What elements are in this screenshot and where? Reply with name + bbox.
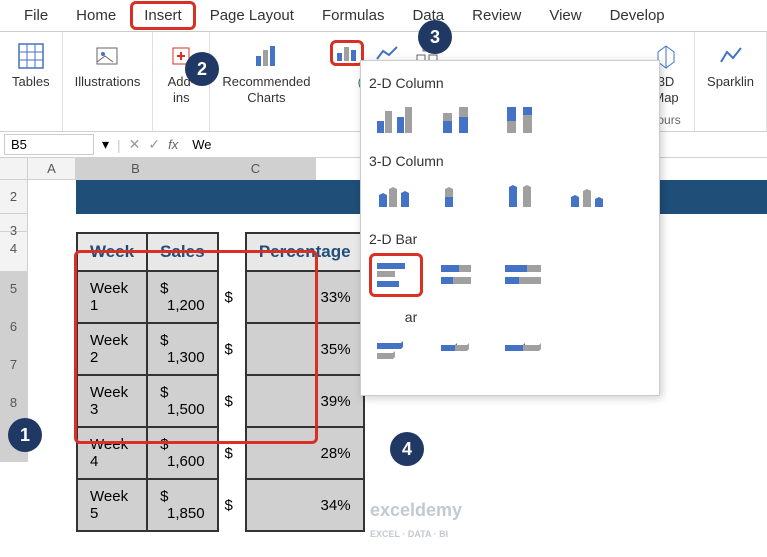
stacked-bar[interactable] bbox=[433, 253, 487, 297]
header-percentage: Percentage bbox=[246, 233, 364, 271]
table-row[interactable]: Week 4 $1,600 $ 28% bbox=[77, 427, 364, 479]
callout-3: 3 bbox=[418, 20, 452, 54]
sparklines-icon bbox=[715, 40, 747, 72]
cell-pct[interactable]: 33% bbox=[246, 271, 364, 323]
callout-1: 1 bbox=[8, 418, 42, 452]
cell-week[interactable]: Week 2 bbox=[77, 323, 147, 375]
group-tables: Tables bbox=[0, 32, 63, 131]
table-icon bbox=[15, 40, 47, 72]
clustered-column[interactable] bbox=[369, 97, 423, 141]
header-sales: Sales bbox=[147, 233, 217, 271]
sparklines-label: Sparklin bbox=[707, 74, 754, 90]
3d-column-options bbox=[369, 175, 651, 219]
illustrations-button[interactable]: Illustrations bbox=[71, 36, 145, 94]
row-4[interactable]: 4 bbox=[0, 232, 28, 272]
row-2[interactable]: 2 bbox=[0, 180, 28, 214]
3d-stacked-bar[interactable] bbox=[433, 331, 487, 375]
cell-pct[interactable]: 35% bbox=[246, 323, 364, 375]
cell-extra[interactable]: $ bbox=[218, 479, 246, 531]
data-table: Week Sales Percentage Week 1 $1,200 $ 33… bbox=[76, 232, 365, 532]
cell-week[interactable]: Week 5 bbox=[77, 479, 147, 531]
group-illustrations: Illustrations bbox=[63, 32, 154, 131]
group-sparklines: Sparklin bbox=[695, 32, 767, 131]
watermark-sub: EXCEL · DATA · BI bbox=[370, 529, 448, 539]
ribbon-tabs: File Home Insert Page Layout Formulas Da… bbox=[0, 0, 767, 32]
clustered-bar[interactable] bbox=[369, 253, 423, 297]
cancel-icon[interactable]: ✕ bbox=[129, 136, 141, 153]
header-row: Week Sales Percentage bbox=[77, 233, 364, 271]
3d-100-stacked-column[interactable] bbox=[497, 175, 551, 219]
cell-sales[interactable]: $1,600 bbox=[147, 427, 217, 479]
cell-sales[interactable]: $1,850 bbox=[147, 479, 217, 531]
table-row[interactable]: Week 1 $1,200 $ 33% bbox=[77, 271, 364, 323]
cell-sales[interactable]: $1,300 bbox=[147, 323, 217, 375]
table-row[interactable]: Week 2 $1,300 $ 35% bbox=[77, 323, 364, 375]
3d-column-chart[interactable] bbox=[561, 175, 615, 219]
recommended-charts-icon bbox=[250, 40, 282, 72]
cell-pct[interactable]: 34% bbox=[246, 479, 364, 531]
header-week: Week bbox=[77, 233, 147, 271]
cell-week[interactable]: Week 1 bbox=[77, 271, 147, 323]
col-b[interactable]: B bbox=[76, 158, 196, 180]
illustrations-icon bbox=[91, 40, 123, 72]
tab-file[interactable]: File bbox=[10, 1, 62, 30]
tab-insert[interactable]: Insert bbox=[130, 1, 196, 30]
2d-column-options bbox=[369, 97, 651, 141]
row-7[interactable]: 7 bbox=[0, 348, 28, 386]
cell-week[interactable]: Week 4 bbox=[77, 427, 147, 479]
row-6[interactable]: 6 bbox=[0, 310, 28, 348]
section-2d-bar: 2-D Bar bbox=[369, 231, 651, 247]
tab-formulas[interactable]: Formulas bbox=[308, 1, 399, 30]
100-stacked-bar[interactable] bbox=[497, 253, 551, 297]
tab-developer[interactable]: Develop bbox=[596, 1, 679, 30]
row-5[interactable]: 5 bbox=[0, 272, 28, 310]
cell-extra[interactable]: $ bbox=[218, 271, 246, 323]
stacked-column[interactable] bbox=[433, 97, 487, 141]
tables-button[interactable]: Tables bbox=[8, 36, 54, 94]
cell-sales[interactable]: $1,500 bbox=[147, 375, 217, 427]
tab-view[interactable]: View bbox=[535, 1, 595, 30]
sparklines-button[interactable]: Sparklin bbox=[703, 36, 758, 94]
section-3d-bar: 3-D Bar bbox=[369, 309, 651, 325]
cell-extra[interactable]: $ bbox=[218, 323, 246, 375]
group-charts: Recommended Charts bbox=[210, 32, 322, 131]
cell-extra[interactable]: $ bbox=[218, 427, 246, 479]
recommended-charts-label: Recommended Charts bbox=[222, 74, 310, 105]
callout-2: 2 bbox=[185, 52, 219, 86]
name-box[interactable]: B5 bbox=[4, 134, 94, 155]
cell-pct[interactable]: 28% bbox=[246, 427, 364, 479]
tab-home[interactable]: Home bbox=[62, 1, 130, 30]
3d-clustered-column[interactable] bbox=[369, 175, 423, 219]
illustrations-label: Illustrations bbox=[75, 74, 141, 90]
tab-page-layout[interactable]: Page Layout bbox=[196, 1, 308, 30]
fx-label[interactable]: fx bbox=[168, 137, 178, 152]
chart-type-dropdown: 2-D Column 3-D Column 2-D Bar 3-D Bar bbox=[360, 60, 660, 396]
3d-clustered-bar[interactable] bbox=[369, 331, 423, 375]
cell-pct[interactable]: 39% bbox=[246, 375, 364, 427]
enter-icon[interactable]: ✓ bbox=[148, 136, 160, 153]
3d-100-stacked-bar[interactable] bbox=[497, 331, 551, 375]
col-a[interactable]: A bbox=[28, 158, 76, 180]
select-all-corner[interactable] bbox=[0, 158, 28, 180]
col-c[interactable]: C bbox=[196, 158, 316, 180]
tab-review[interactable]: Review bbox=[458, 1, 535, 30]
3d-stacked-column[interactable] bbox=[433, 175, 487, 219]
recommended-charts-button[interactable]: Recommended Charts bbox=[218, 36, 314, 109]
watermark: exceldemy EXCEL · DATA · BI bbox=[370, 500, 462, 542]
callout-4: 4 bbox=[390, 432, 424, 466]
100-stacked-column[interactable] bbox=[497, 97, 551, 141]
section-3d-column: 3-D Column bbox=[369, 153, 651, 169]
table-row[interactable]: Week 5 $1,850 $ 34% bbox=[77, 479, 364, 531]
row-3[interactable]: 3 bbox=[0, 214, 28, 232]
down-arrow-icon[interactable]: ▾ bbox=[102, 136, 109, 153]
cell-week[interactable]: Week 3 bbox=[77, 375, 147, 427]
2d-bar-options bbox=[369, 253, 651, 297]
cell-sales[interactable]: $1,200 bbox=[147, 271, 217, 323]
3d-bar-options bbox=[369, 331, 651, 375]
cell-extra[interactable]: $ bbox=[218, 375, 246, 427]
tables-label: Tables bbox=[12, 74, 50, 90]
section-2d-column: 2-D Column bbox=[369, 75, 651, 91]
table-row[interactable]: Week 3 $1,500 $ 39% bbox=[77, 375, 364, 427]
